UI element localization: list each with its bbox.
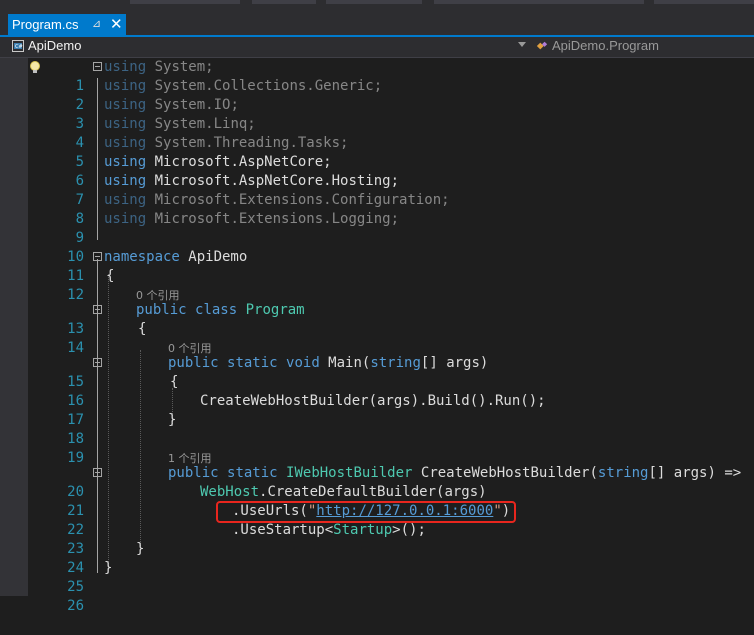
- code-line: 6 using Microsoft.AspNetCore;: [0, 153, 754, 189]
- collapse-icon[interactable]: [93, 252, 102, 261]
- highlight-box: [216, 501, 516, 523]
- brace: {: [170, 374, 179, 390]
- keyword: public: [168, 465, 219, 481]
- namespace-ref: Microsoft.Extensions.Logging;: [146, 211, 400, 227]
- namespace-ref: System.Linq;: [146, 116, 256, 132]
- namespace-ref: Microsoft.AspNetCore.Hosting;: [146, 173, 400, 189]
- code-line: 17 CreateWebHostBuilder(args).Build().Ru…: [0, 392, 754, 428]
- code-line: 14 {: [0, 320, 754, 356]
- class-name: Program: [245, 302, 305, 318]
- code-line: 18 }: [0, 411, 754, 447]
- code-line: 16 {: [0, 373, 754, 409]
- code-line: 23 .UseStartup<Startup>();: [0, 521, 754, 557]
- brace: }: [168, 412, 177, 428]
- type-name: IWebHostBuilder: [286, 465, 413, 481]
- keyword: using: [104, 154, 147, 170]
- tab-placeholder[interactable]: [654, 0, 754, 4]
- code-line: 25 }: [0, 559, 754, 595]
- chevron-down-icon: [518, 42, 526, 47]
- keyword: using: [104, 135, 147, 151]
- code-line: 7 using Microsoft.AspNetCore.Hosting;: [0, 172, 754, 208]
- code-line: 19: [0, 430, 754, 466]
- namespace-ref: System;: [146, 59, 214, 75]
- params: [] args) =>: [648, 465, 742, 481]
- keyword: using: [104, 116, 147, 132]
- type-name: Startup: [333, 522, 393, 538]
- code-line: 3 using System.IO;: [0, 96, 754, 132]
- class-icon: [536, 41, 548, 50]
- brace: {: [106, 268, 115, 284]
- keyword: using: [104, 97, 147, 113]
- line-number: 26: [67, 598, 84, 614]
- method-call: .CreateDefaultBuilder(args): [259, 484, 487, 500]
- code-line: 9 using Microsoft.Extensions.Logging;: [0, 210, 754, 246]
- code-line: 21 WebHost.CreateDefaultBuilder(args): [0, 483, 754, 519]
- keyword: using: [104, 59, 147, 75]
- keyword: class: [195, 302, 238, 318]
- navigation-bar: C# ApiDemo ApiDemo.Program: [0, 37, 754, 58]
- code-line: 11 namespace ApiDemo: [0, 248, 754, 284]
- keyword: using: [104, 78, 147, 94]
- method-call: .UseStartup<: [232, 522, 334, 538]
- keyword: using: [104, 211, 147, 227]
- tab-bar: Program.cs ⊿ ✕: [0, 0, 754, 37]
- namespace-ref: Microsoft.Extensions.Configuration;: [146, 192, 450, 208]
- code-line: 2 using System.Collections.Generic;: [0, 77, 754, 113]
- project-dropdown[interactable]: C# ApiDemo: [8, 38, 530, 55]
- method-name: Main(: [319, 355, 371, 371]
- keyword: string: [597, 465, 649, 481]
- brace: }: [136, 541, 145, 557]
- class-dropdown[interactable]: ApiDemo.Program: [534, 38, 754, 55]
- code-line: 24 }: [0, 540, 754, 576]
- keyword: void: [286, 355, 320, 371]
- code-line: 5 using System.Threading.Tasks;: [0, 134, 754, 170]
- type-name: WebHost: [200, 484, 260, 500]
- tab-placeholder[interactable]: [326, 0, 422, 4]
- close-icon[interactable]: ✕: [110, 15, 123, 33]
- namespace-ref: Microsoft.AspNetCore;: [146, 154, 332, 170]
- namespace-ref: System.Collections.Generic;: [146, 78, 383, 94]
- namespace-ref: System.IO;: [146, 97, 239, 113]
- code-line: 1 using System;: [0, 58, 754, 94]
- code-line: 15 public static void Main(string[] args…: [0, 354, 754, 390]
- code-line: 4 using System.Linq;: [0, 115, 754, 151]
- project-name: ApiDemo: [28, 38, 82, 53]
- keyword: public: [168, 355, 219, 371]
- pin-icon[interactable]: ⊿: [92, 17, 101, 30]
- method-call: >();: [392, 522, 426, 538]
- tab-placeholder[interactable]: [252, 0, 316, 4]
- tab-placeholder[interactable]: [130, 0, 240, 4]
- namespace-ref: System.Threading.Tasks;: [146, 135, 349, 151]
- code-line: 8 using Microsoft.Extensions.Configurati…: [0, 191, 754, 227]
- method-name: CreateWebHostBuilder(: [412, 465, 598, 481]
- collapse-icon[interactable]: [93, 358, 102, 367]
- svg-text:C#: C#: [15, 44, 23, 50]
- collapse-icon[interactable]: [93, 62, 102, 71]
- tab-placeholder[interactable]: [434, 0, 644, 4]
- code-line: 26: [0, 578, 754, 614]
- tab-label: Program.cs: [12, 17, 79, 32]
- statement: CreateWebHostBuilder(args).Build().Run()…: [200, 393, 546, 409]
- keyword: namespace: [104, 249, 180, 265]
- brace: }: [104, 560, 113, 576]
- keyword: static: [227, 355, 278, 371]
- code-line: 13 public class Program: [0, 301, 754, 337]
- code-line: 20 public static IWebHostBuilder CreateW…: [0, 464, 754, 500]
- collapse-icon[interactable]: [93, 305, 102, 314]
- keyword: using: [104, 192, 147, 208]
- keyword: public: [136, 302, 187, 318]
- csharp-project-icon: C#: [12, 40, 24, 52]
- class-name: ApiDemo.Program: [552, 38, 659, 53]
- keyword: string: [370, 355, 421, 371]
- keyword: static: [227, 465, 278, 481]
- namespace-name: ApiDemo: [179, 249, 248, 265]
- code-line: 12 {: [0, 267, 754, 303]
- collapse-icon[interactable]: [93, 468, 102, 477]
- code-line: 10: [0, 229, 754, 265]
- brace: {: [138, 321, 147, 337]
- tab-program-cs[interactable]: Program.cs ⊿ ✕: [8, 14, 126, 36]
- keyword: using: [104, 173, 147, 189]
- params: [] args): [420, 355, 489, 371]
